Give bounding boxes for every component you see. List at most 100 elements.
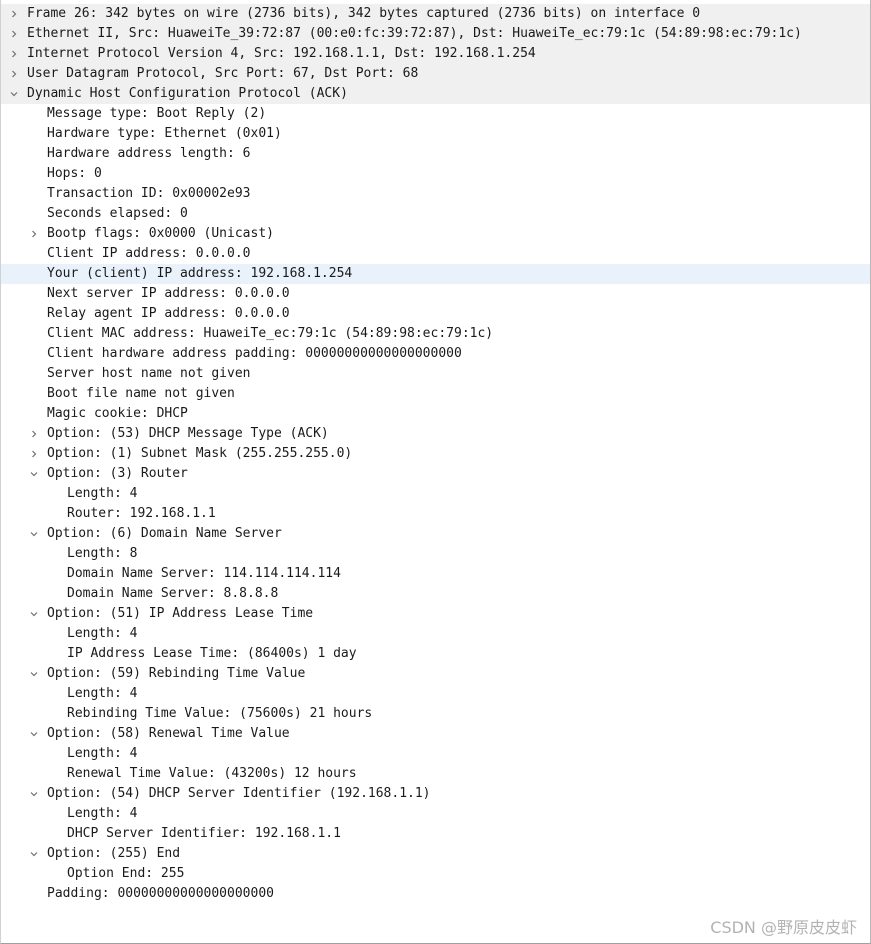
tree-item-label: Option: (58) Renewal Time Value — [47, 726, 290, 741]
tree-item[interactable]: Next server IP address: 0.0.0.0 — [1, 284, 870, 304]
chevron-right-icon[interactable] — [27, 424, 41, 444]
tree-node[interactable]: Option: (54) DHCP Server Identifier (192… — [1, 784, 870, 804]
tree-item[interactable]: Transaction ID: 0x00002e93 — [1, 184, 870, 204]
tree-item-label: User Datagram Protocol, Src Port: 67, Ds… — [27, 66, 419, 81]
tree-item-label: Option: (51) IP Address Lease Time — [47, 606, 314, 621]
tree-item[interactable]: Length: 4 — [1, 624, 870, 644]
tree-item-label: Frame 26: 342 bytes on wire (2736 bits),… — [27, 6, 701, 21]
tree-item-label: Length: 8 — [67, 546, 138, 561]
chevron-down-icon[interactable] — [27, 664, 41, 684]
tree-node[interactable]: Frame 26: 342 bytes on wire (2736 bits),… — [1, 4, 870, 24]
chevron-down-icon[interactable] — [27, 604, 41, 624]
tree-item-label: Domain Name Server: 8.8.8.8 — [67, 586, 279, 601]
tree-item-label: Relay agent IP address: 0.0.0.0 — [47, 306, 290, 321]
tree-item-label: DHCP Server Identifier: 192.168.1.1 — [67, 826, 341, 841]
tree-item[interactable]: Seconds elapsed: 0 — [1, 204, 870, 224]
tree-item[interactable]: Length: 4 — [1, 484, 870, 504]
chevron-down-icon[interactable] — [27, 784, 41, 804]
tree-item-label: Seconds elapsed: 0 — [47, 206, 188, 221]
chevron-down-icon[interactable] — [27, 464, 41, 484]
tree-item-label: Option: (255) End — [47, 846, 181, 861]
chevron-right-icon[interactable] — [27, 444, 41, 464]
tree-node[interactable]: Internet Protocol Version 4, Src: 192.16… — [1, 44, 870, 64]
tree-node[interactable]: Option: (53) DHCP Message Type (ACK) — [1, 424, 870, 444]
tree-node[interactable]: Option: (1) Subnet Mask (255.255.255.0) — [1, 444, 870, 464]
chevron-down-icon[interactable] — [27, 524, 41, 544]
tree-item[interactable]: Padding: 00000000000000000000 — [1, 884, 870, 904]
tree-item-label: Option: (1) Subnet Mask (255.255.255.0) — [47, 446, 353, 461]
tree-item-label: Hops: 0 — [47, 166, 102, 181]
tree-node[interactable]: Option: (58) Renewal Time Value — [1, 724, 870, 744]
tree-item[interactable]: Your (client) IP address: 192.168.1.254 — [1, 264, 870, 284]
tree-item[interactable]: Length: 8 — [1, 544, 870, 564]
tree-item-label: Ethernet II, Src: HuaweiTe_39:72:87 (00:… — [27, 26, 802, 41]
tree-item-label: Bootp flags: 0x0000 (Unicast) — [47, 226, 274, 241]
tree-item-label: Dynamic Host Configuration Protocol (ACK… — [27, 86, 348, 101]
tree-item[interactable]: IP Address Lease Time: (86400s) 1 day — [1, 644, 870, 664]
tree-node[interactable]: Option: (59) Rebinding Time Value — [1, 664, 870, 684]
chevron-down-icon[interactable] — [27, 724, 41, 744]
tree-item[interactable]: Hardware type: Ethernet (0x01) — [1, 124, 870, 144]
tree-item-label: Length: 4 — [67, 746, 138, 761]
tree-node[interactable]: User Datagram Protocol, Src Port: 67, Ds… — [1, 64, 870, 84]
tree-item-label: Transaction ID: 0x00002e93 — [47, 186, 251, 201]
tree-item[interactable]: Router: 192.168.1.1 — [1, 504, 870, 524]
tree-item-label: Length: 4 — [67, 686, 138, 701]
tree-item-label: Domain Name Server: 114.114.114.114 — [67, 566, 341, 581]
tree-node[interactable]: Bootp flags: 0x0000 (Unicast) — [1, 224, 870, 244]
tree-item-label: Option: (53) DHCP Message Type (ACK) — [47, 426, 329, 441]
tree-item-label: Magic cookie: DHCP — [47, 406, 188, 421]
tree-item[interactable]: Client IP address: 0.0.0.0 — [1, 244, 870, 264]
tree-item[interactable]: Boot file name not given — [1, 384, 870, 404]
tree-item-label: Rebinding Time Value: (75600s) 21 hours — [67, 706, 373, 721]
tree-item[interactable]: Hops: 0 — [1, 164, 870, 184]
tree-item[interactable]: Hardware address length: 6 — [1, 144, 870, 164]
tree-item[interactable]: Length: 4 — [1, 684, 870, 704]
chevron-down-icon[interactable] — [7, 84, 21, 104]
tree-node[interactable]: Option: (255) End — [1, 844, 870, 864]
watermark: CSDN @野原皮皮虾 — [710, 918, 857, 937]
tree-node[interactable]: Option: (51) IP Address Lease Time — [1, 604, 870, 624]
chevron-right-icon[interactable] — [7, 4, 21, 24]
tree-item[interactable]: Server host name not given — [1, 364, 870, 384]
tree-item-label: Length: 4 — [67, 806, 138, 821]
tree-node[interactable]: Option: (6) Domain Name Server — [1, 524, 870, 544]
tree-item-label: IP Address Lease Time: (86400s) 1 day — [67, 646, 357, 661]
tree-item-label: Boot file name not given — [47, 386, 235, 401]
tree-item[interactable]: Domain Name Server: 8.8.8.8 — [1, 584, 870, 604]
tree-item[interactable]: Client MAC address: HuaweiTe_ec:79:1c (5… — [1, 324, 870, 344]
chevron-right-icon[interactable] — [7, 44, 21, 64]
tree-item[interactable]: Rebinding Time Value: (75600s) 21 hours — [1, 704, 870, 724]
tree-item-label: Client MAC address: HuaweiTe_ec:79:1c (5… — [47, 326, 494, 341]
tree-item-label: Option: (54) DHCP Server Identifier (192… — [47, 786, 431, 801]
tree-item-label: Padding: 00000000000000000000 — [47, 886, 274, 901]
tree-item[interactable]: Renewal Time Value: (43200s) 12 hours — [1, 764, 870, 784]
tree-item-label: Next server IP address: 0.0.0.0 — [47, 286, 290, 301]
tree-node[interactable]: Option: (3) Router — [1, 464, 870, 484]
chevron-right-icon[interactable] — [7, 64, 21, 84]
tree-item[interactable]: DHCP Server Identifier: 192.168.1.1 — [1, 824, 870, 844]
tree-item-label: Renewal Time Value: (43200s) 12 hours — [67, 766, 357, 781]
tree-item[interactable]: Length: 4 — [1, 804, 870, 824]
tree-item-label: Option: (3) Router — [47, 466, 188, 481]
tree-item-label: Hardware type: Ethernet (0x01) — [47, 126, 282, 141]
tree-item[interactable]: Length: 4 — [1, 744, 870, 764]
chevron-right-icon[interactable] — [27, 224, 41, 244]
tree-item-label: Length: 4 — [67, 486, 138, 501]
tree-node[interactable]: Dynamic Host Configuration Protocol (ACK… — [1, 84, 870, 104]
packet-details-tree: Frame 26: 342 bytes on wire (2736 bits),… — [0, 0, 871, 944]
tree-item[interactable]: Magic cookie: DHCP — [1, 404, 870, 424]
tree-item-label: Server host name not given — [47, 366, 251, 381]
tree-node[interactable]: Ethernet II, Src: HuaweiTe_39:72:87 (00:… — [1, 24, 870, 44]
tree-item[interactable]: Domain Name Server: 114.114.114.114 — [1, 564, 870, 584]
tree-item[interactable]: Message type: Boot Reply (2) — [1, 104, 870, 124]
tree-item-label: Length: 4 — [67, 626, 138, 641]
tree-item[interactable]: Option End: 255 — [1, 864, 870, 884]
tree-item-label: Hardware address length: 6 — [47, 146, 251, 161]
tree-item[interactable]: Relay agent IP address: 0.0.0.0 — [1, 304, 870, 324]
chevron-right-icon[interactable] — [7, 24, 21, 44]
tree-item[interactable]: Client hardware address padding: 0000000… — [1, 344, 870, 364]
tree-item-label: Message type: Boot Reply (2) — [47, 106, 267, 121]
tree-item-label: Option End: 255 — [67, 866, 185, 881]
chevron-down-icon[interactable] — [27, 844, 41, 864]
